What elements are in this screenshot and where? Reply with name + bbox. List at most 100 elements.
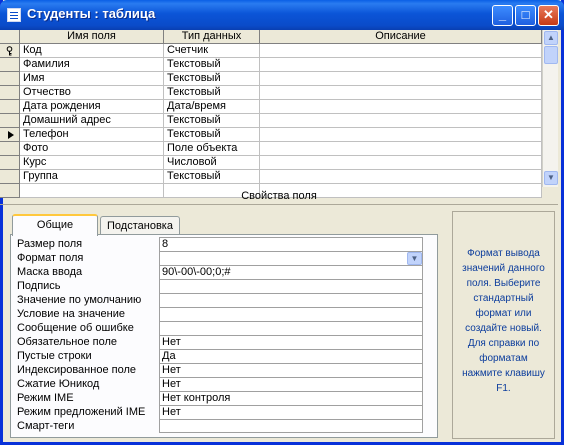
chevron-down-icon[interactable]: ▼: [407, 252, 422, 265]
data-type-cell[interactable]: Числовой: [164, 156, 260, 170]
description-cell[interactable]: [260, 58, 542, 72]
scroll-down-icon[interactable]: ▼: [544, 171, 558, 185]
property-value-text: 90\-00\-00;0;#: [162, 266, 231, 278]
row-selector[interactable]: [0, 142, 20, 156]
table-row[interactable]: Фото Поле объекта: [0, 142, 542, 156]
property-value-input[interactable]: [159, 419, 423, 433]
grid-scrollbar[interactable]: ▲ ▼: [542, 30, 558, 187]
property-value-text: Нет: [162, 378, 181, 390]
help-text: Формат вывода значений данного поля. Выб…: [452, 211, 555, 439]
property-value-input[interactable]: [159, 279, 423, 293]
header-field-name[interactable]: Имя поля: [20, 30, 164, 44]
tab-lookup[interactable]: Подстановка: [100, 216, 180, 236]
table-row[interactable]: Имя Текстовый: [0, 72, 542, 86]
row-selector[interactable]: [0, 114, 20, 128]
row-selector[interactable]: [0, 170, 20, 184]
row-selector[interactable]: [0, 100, 20, 114]
property-value-input[interactable]: Нет контроля: [159, 391, 423, 405]
table-row[interactable]: Код Счетчик: [0, 44, 542, 58]
property-row: Режим предложений IME Нет: [17, 405, 431, 419]
property-value-input[interactable]: Нет: [159, 363, 423, 377]
property-value-input[interactable]: 90\-00\-00;0;#: [159, 265, 423, 279]
data-type-cell[interactable]: Текстовый: [164, 170, 260, 184]
table-row[interactable]: Фамилия Текстовый: [0, 58, 542, 72]
property-value-input[interactable]: [159, 293, 423, 307]
data-type-cell[interactable]: Счетчик: [164, 44, 260, 58]
property-label: Условие на значение: [17, 308, 126, 320]
property-value-input[interactable]: ▼: [159, 251, 423, 265]
tab-general[interactable]: Общие: [12, 214, 98, 236]
property-label: Подпись: [17, 280, 61, 292]
row-selector[interactable]: [0, 44, 20, 58]
data-type-cell[interactable]: Текстовый: [164, 58, 260, 72]
property-value-input[interactable]: Нет: [159, 405, 423, 419]
title-bar[interactable]: Студенты : таблица _ □ ✕: [0, 0, 564, 30]
header-selector: [0, 30, 20, 44]
key-icon: [5, 46, 14, 56]
field-name-cell[interactable]: Код: [20, 44, 164, 58]
property-label: Смарт-теги: [17, 420, 75, 432]
field-name-cell[interactable]: Домашний адрес: [20, 114, 164, 128]
field-name-cell[interactable]: Группа: [20, 170, 164, 184]
field-name-cell[interactable]: Имя: [20, 72, 164, 86]
table-row[interactable]: Курс Числовой: [0, 156, 542, 170]
header-description[interactable]: Описание: [260, 30, 542, 44]
property-value-input[interactable]: Нет: [159, 377, 423, 391]
description-cell[interactable]: [260, 72, 542, 86]
data-type-cell[interactable]: Текстовый: [164, 86, 260, 100]
row-selector[interactable]: [0, 128, 20, 142]
table-row[interactable]: Дата рождения Дата/время: [0, 100, 542, 114]
row-selector[interactable]: [0, 156, 20, 170]
field-name-cell[interactable]: Курс: [20, 156, 164, 170]
property-value-text: Да: [162, 350, 176, 362]
description-cell[interactable]: [260, 128, 542, 142]
description-cell[interactable]: [260, 170, 542, 184]
description-cell[interactable]: [260, 156, 542, 170]
table-row[interactable]: Группа Текстовый: [0, 170, 542, 184]
description-cell[interactable]: [260, 142, 542, 156]
description-cell[interactable]: [260, 86, 542, 100]
property-value-input[interactable]: Да: [159, 349, 423, 363]
field-name-cell[interactable]: Отчество: [20, 86, 164, 100]
maximize-button[interactable]: □: [515, 5, 536, 26]
data-type-cell[interactable]: Поле объекта: [164, 142, 260, 156]
header-data-type[interactable]: Тип данных: [164, 30, 260, 44]
property-label: Сжатие Юникод: [17, 378, 100, 390]
table-row[interactable]: Телефон Текстовый: [0, 128, 542, 142]
minimize-button[interactable]: _: [492, 5, 513, 26]
scroll-thumb[interactable]: [544, 46, 558, 64]
property-value-input[interactable]: 8: [159, 237, 423, 251]
property-value-text: Нет контроля: [162, 392, 231, 404]
property-label: Обязательное поле: [17, 336, 118, 348]
property-row: Пустые строки Да: [17, 349, 431, 363]
property-label: Режим предложений IME: [17, 406, 146, 418]
data-type-cell[interactable]: Текстовый: [164, 72, 260, 86]
table-row[interactable]: Отчество Текстовый: [0, 86, 542, 100]
field-name-cell[interactable]: Фамилия: [20, 58, 164, 72]
property-value-input[interactable]: Нет: [159, 335, 423, 349]
data-type-cell[interactable]: Текстовый: [164, 128, 260, 142]
close-button[interactable]: ✕: [538, 5, 559, 26]
row-selector[interactable]: [0, 72, 20, 86]
description-cell[interactable]: [260, 114, 542, 128]
property-label: Сообщение об ошибке: [17, 322, 134, 334]
data-type-cell[interactable]: Дата/время: [164, 100, 260, 114]
description-cell[interactable]: [260, 100, 542, 114]
table-row[interactable]: Домашний адрес Текстовый: [0, 114, 542, 128]
property-value-input[interactable]: [159, 321, 423, 335]
field-name-cell[interactable]: Фото: [20, 142, 164, 156]
data-type-cell[interactable]: Текстовый: [164, 114, 260, 128]
description-cell[interactable]: [260, 44, 542, 58]
row-selector[interactable]: [0, 58, 20, 72]
property-label: Значение по умолчанию: [17, 294, 142, 306]
current-row-arrow-icon: [8, 131, 14, 139]
window-title: Студенты : таблица: [27, 6, 156, 21]
row-selector[interactable]: [0, 86, 20, 100]
field-name-cell[interactable]: Телефон: [20, 128, 164, 142]
property-value-text: 8: [162, 238, 169, 250]
property-row: Сжатие Юникод Нет: [17, 377, 431, 391]
property-row: Режим IME Нет контроля: [17, 391, 431, 405]
scroll-up-icon[interactable]: ▲: [544, 31, 558, 45]
property-value-input[interactable]: [159, 307, 423, 321]
field-name-cell[interactable]: Дата рождения: [20, 100, 164, 114]
